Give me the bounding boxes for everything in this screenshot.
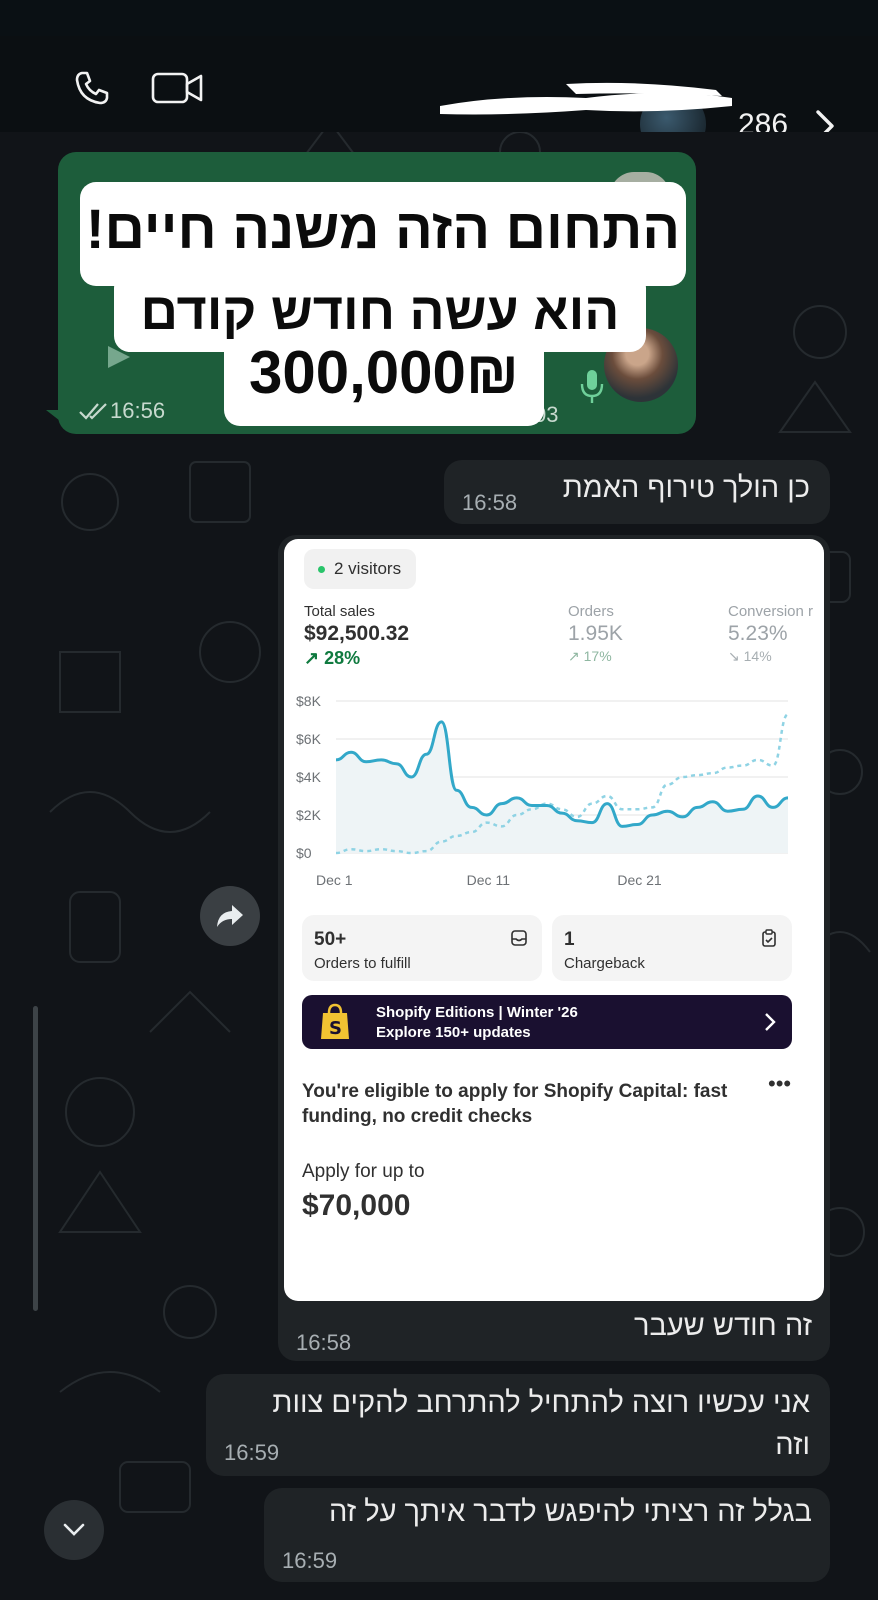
x-tick-label: Dec 1 — [316, 872, 353, 888]
apply-amount: $70,000 — [302, 1189, 411, 1222]
metric-value: $92,500.32 — [304, 622, 410, 645]
y-tick-label: $6K — [296, 731, 322, 747]
message-text: כן הולך טירוף האמת — [562, 472, 810, 504]
message-text: אני עכשיו רוצה להתחיל להתרחב להקים צוות … — [272, 1387, 810, 1461]
editions-subtitle: Explore 150+ updates — [376, 1024, 531, 1041]
status-strip — [0, 0, 878, 36]
message-time: 16:59 — [224, 1440, 280, 1465]
message-time: 16:56 — [110, 398, 166, 423]
series-area — [336, 721, 788, 853]
double-check-icon — [79, 403, 107, 420]
message-time: 16:59 — [282, 1548, 338, 1573]
microphone-icon — [580, 370, 604, 403]
message-time: 16:58 — [296, 1330, 352, 1355]
inbox-icon — [511, 930, 527, 946]
metric-change: ↗ 17% — [568, 648, 612, 664]
metric-orders: Orders 1.95K ↗ 17% — [568, 603, 623, 665]
svg-text:S: S — [329, 1018, 342, 1039]
redacted-name — [440, 82, 732, 115]
chevron-down-icon — [63, 1523, 85, 1536]
chat-header: 286 — [0, 36, 878, 157]
x-tick-label: Dec 11 — [467, 872, 511, 888]
capital-offer-text: You're eligible to apply for Shopify Cap… — [302, 1081, 728, 1127]
overlay-amount: 300,000₪ — [249, 339, 519, 406]
metric-change: ↘ 14% — [728, 648, 772, 664]
visitors-label: 2 visitors — [334, 559, 402, 578]
more-options-icon[interactable]: ••• — [768, 1073, 794, 1095]
forward-icon — [217, 905, 243, 927]
y-tick-label: $2K — [296, 807, 322, 823]
metric-label: Conversion r — [728, 603, 814, 620]
orders-to-fulfill-card[interactable]: 50+ Orders to fulfill — [302, 915, 542, 981]
overlay-subline: הוא עשה חודש קודם — [140, 283, 620, 341]
metric-label: Total sales — [304, 603, 375, 620]
y-tick-label: $0 — [296, 845, 312, 861]
clipboard-check-icon — [762, 929, 776, 947]
bubble-tail — [46, 410, 64, 424]
shopify-bag-icon: S — [321, 1003, 349, 1039]
editions-title: Shopify Editions | Winter '26 — [376, 1004, 578, 1021]
stat-value: 1 — [564, 929, 575, 950]
y-tick-label: $4K — [296, 769, 322, 785]
video-icon[interactable] — [150, 66, 206, 110]
stat-label: Orders to fulfill — [314, 955, 411, 972]
phone-icon[interactable] — [70, 66, 114, 110]
chargeback-card[interactable]: 1 Chargeback — [552, 915, 792, 981]
message-text: זה חודש שעבר — [633, 1310, 812, 1342]
x-tick-label: Dec 21 — [617, 872, 662, 888]
metric-value: 5.23% — [728, 622, 788, 645]
live-dot — [318, 566, 325, 573]
apply-label: Apply for up to — [302, 1161, 425, 1182]
stat-value: 50+ — [314, 929, 347, 950]
forward-button[interactable] — [200, 886, 260, 946]
chevron-right-icon — [765, 1013, 776, 1031]
message-time: 16:58 — [462, 490, 518, 515]
metric-label: Orders — [568, 603, 614, 620]
scroll-down-button[interactable] — [44, 1500, 104, 1560]
sales-chart: $0 $2K $4K $6K $8K Dec 1 Dec 11 Dec 21 — [296, 693, 790, 888]
shopify-editions-banner[interactable]: S Shopify Editions | Winter '26 Explore … — [302, 995, 792, 1049]
visitors-badge: 2 visitors — [304, 549, 416, 589]
scrollbar[interactable] — [33, 1006, 38, 1311]
metric-change: ↗ 28% — [304, 648, 361, 668]
y-tick-label: $8K — [296, 693, 322, 709]
shopify-screenshot[interactable]: 2 visitors Total sales $92,500.32 ↗ 28% … — [284, 539, 824, 1301]
message-text: בגלל זה רציתי להיפגש לדבר איתך על זה — [328, 1496, 812, 1528]
metric-total-sales: Total sales $92,500.32 ↗ 28% — [304, 603, 409, 669]
metric-conversion: Conversion r 5.23% ↘ 14% — [728, 603, 813, 665]
overlay-headline: התחום הזה משנה חיים! — [85, 197, 681, 260]
stat-label: Chargeback — [564, 955, 645, 972]
metric-value: 1.95K — [568, 622, 623, 645]
